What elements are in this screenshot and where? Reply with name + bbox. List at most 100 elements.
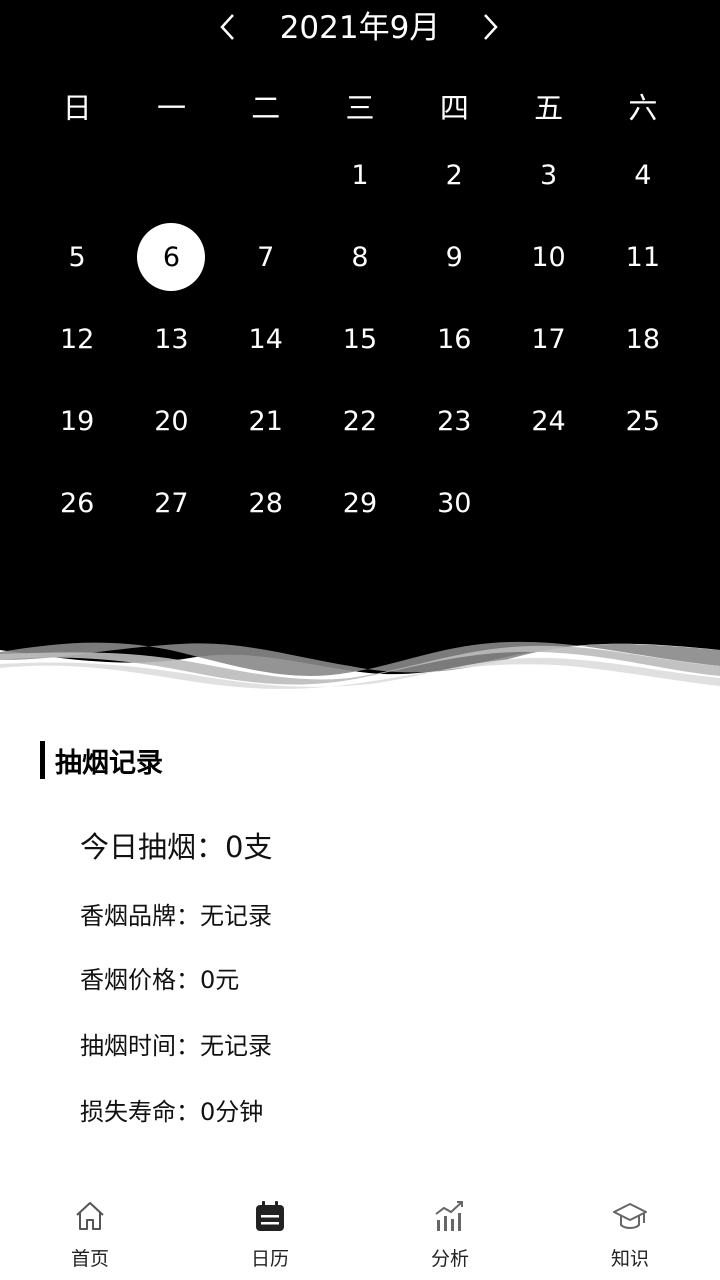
day-number: 17 [531,323,566,355]
day-cell[interactable]: 14 [219,298,313,380]
today-smoke-count: 今日抽烟：0支 [80,830,273,864]
empty-day-cell [596,462,690,544]
day-number: 9 [445,241,463,273]
cigarette-brand: 香烟品牌：无记录 [80,902,272,930]
graduation-cap-icon [613,1203,647,1229]
day-cell[interactable]: 19 [30,380,124,462]
next-month-button[interactable] [475,10,507,44]
empty-day-cell [501,462,595,544]
day-cell[interactable]: 30 [407,462,501,544]
week-row: 1 2 3 4 [30,134,690,216]
weekday-label: 一 [156,91,186,125]
wave-divider [0,620,720,720]
day-cell[interactable]: 22 [313,380,407,462]
day-cell[interactable]: 3 [501,134,595,216]
day-cell[interactable]: 7 [219,216,313,298]
day-number: 1 [351,159,369,191]
day-number: 24 [531,405,566,437]
weekday-label: 三 [345,91,375,125]
day-number: 11 [625,241,660,273]
chevron-left-icon [220,14,234,40]
day-cell[interactable]: 12 [30,298,124,380]
day-cell[interactable]: 17 [501,298,595,380]
day-cell[interactable]: 25 [596,380,690,462]
day-number: 28 [248,487,283,519]
day-cell[interactable]: 27 [124,462,218,544]
day-cell[interactable]: 15 [313,298,407,380]
day-number: 21 [248,405,283,437]
day-number: 14 [248,323,283,355]
chevron-right-icon [484,14,498,40]
month-title: 2021年9月 [279,10,441,46]
day-cell[interactable]: 26 [30,462,124,544]
day-number: 16 [437,323,472,355]
empty-day-cell [219,134,313,216]
cigarette-price: 香烟价格：0元 [80,966,240,994]
day-number: 29 [342,487,378,519]
day-cell-selected[interactable]: 6 [124,216,218,298]
day-number: 19 [59,405,95,437]
month-header: 2021年9月 [0,0,720,56]
day-number: 6 [162,241,181,273]
week-row: 12 13 14 15 16 17 18 [30,298,690,380]
day-grid: 1 2 3 4 5 6 7 8 9 10 11 12 13 14 15 16 17 18 19 20 21 22 23 24 2… [30,134,690,544]
day-cell[interactable]: 24 [501,380,595,462]
tab-label: 首页 [70,1248,109,1270]
bottom-tab-bar: 首页 日历 分析 知识 [0,1190,720,1280]
weekday-label: 四 [439,91,469,125]
smoking-time: 抽烟时间：无记录 [80,1032,272,1060]
day-number: 22 [342,405,378,437]
day-cell[interactable]: 1 [313,134,407,216]
week-row: 5 6 7 8 9 10 11 [30,216,690,298]
weekday-label: 二 [251,91,281,125]
home-icon [76,1202,104,1230]
day-cell[interactable]: 4 [596,134,690,216]
tab-calendar[interactable]: 日历 [180,1190,360,1280]
section-title: 抽烟记录 [55,747,163,779]
week-row: 19 20 21 22 23 24 25 [30,380,690,462]
weekday-header: 日 一 二 三 四 五 六 [0,86,720,130]
weekday-label: 日 [62,91,92,125]
tab-label: 分析 [430,1248,469,1270]
day-number: 2 [445,159,463,191]
tab-knowledge[interactable]: 知识 [540,1190,720,1280]
day-cell[interactable]: 21 [219,380,313,462]
day-cell[interactable]: 5 [30,216,124,298]
section-header: 抽烟记录 [40,740,163,780]
day-cell[interactable]: 16 [407,298,501,380]
tab-label: 知识 [610,1248,649,1270]
day-cell[interactable]: 29 [313,462,407,544]
day-number: 3 [539,159,558,191]
day-cell[interactable]: 28 [219,462,313,544]
day-number: 8 [351,241,369,273]
day-number: 12 [59,323,95,355]
day-cell[interactable]: 8 [313,216,407,298]
day-cell[interactable]: 20 [124,380,218,462]
tab-analysis[interactable]: 分析 [360,1190,540,1280]
day-cell[interactable]: 2 [407,134,501,216]
day-cell[interactable]: 13 [124,298,218,380]
day-number: 5 [68,241,86,273]
weekday-label: 六 [628,91,658,125]
day-number: 4 [634,159,652,191]
section-accent-bar [40,741,45,779]
tab-home[interactable]: 首页 [0,1190,180,1280]
day-number: 30 [437,487,472,519]
day-number: 15 [342,323,378,355]
day-number: 13 [154,323,189,355]
day-number: 18 [625,323,660,355]
day-number: 26 [59,487,95,519]
day-cell[interactable]: 18 [596,298,690,380]
empty-day-cell [30,134,124,216]
day-number: 20 [154,405,189,437]
day-number: 10 [531,241,566,273]
day-cell[interactable]: 9 [407,216,501,298]
weekday-label: 五 [534,91,564,125]
day-cell[interactable]: 23 [407,380,501,462]
empty-day-cell [124,134,218,216]
day-cell[interactable]: 11 [596,216,690,298]
prev-month-button[interactable] [213,10,245,44]
day-number: 23 [437,405,472,437]
day-number: 7 [257,241,275,273]
day-cell[interactable]: 10 [501,216,595,298]
